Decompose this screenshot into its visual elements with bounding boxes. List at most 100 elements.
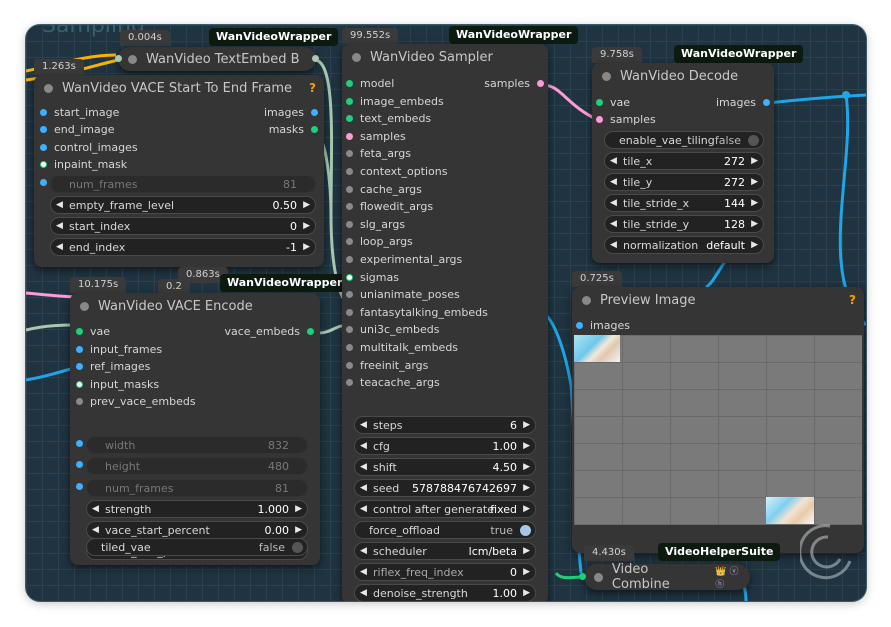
input-control-images[interactable]: control_images [40,140,138,156]
decrement-arrow-icon[interactable]: ◀ [360,460,367,475]
input-fantasytalking-embeds[interactable]: fantasytalking_embeds [346,305,488,321]
pin-icon[interactable] [346,256,353,263]
denoise-strength-widget[interactable]: ◀ ▶ denoise_strength 1.00 [354,584,536,601]
node-canvas[interactable]: Sampling 0.004s WanVideoWrapper WanVideo… [26,25,866,601]
input-image-embeds[interactable]: image_embeds [346,94,444,110]
pin-icon[interactable] [346,326,353,334]
input-end-image[interactable]: end_image [40,122,114,138]
empty-frame-level-widget[interactable]: ◀ empty_frame_level 0.50 ▶ [50,196,316,214]
pin-icon[interactable] [346,203,353,211]
pin-icon[interactable] [346,273,353,281]
pin-icon[interactable] [346,132,353,140]
vace-encode-node[interactable]: WanVideo VACE Encode vae input_frames re… [70,293,320,565]
pin-icon[interactable] [346,150,353,158]
num-frames-widget[interactable]: num_frames 81 [86,479,308,497]
increment-arrow-icon[interactable]: ▶ [523,418,530,433]
increment-arrow-icon[interactable]: ▶ [751,154,758,169]
pin-icon[interactable] [537,80,544,87]
output-images[interactable]: images [716,95,770,111]
input-experimental-args[interactable]: experimental_args [346,252,462,268]
pin-icon[interactable] [346,97,353,105]
tile-stride-x-widget[interactable]: ◀ tile_stride_x 144 ▶ [604,194,764,212]
input-freeinit-args[interactable]: freeinit_args [346,358,428,374]
input-pin[interactable] [115,55,122,62]
help-icon[interactable]: ? [309,81,316,95]
preview-thumbnail-first[interactable] [574,335,620,362]
input-context-options[interactable]: context_options [346,164,447,180]
pin-icon[interactable] [40,126,47,133]
decrement-arrow-icon[interactable]: ◀ [610,175,617,190]
pin-icon[interactable] [76,346,83,353]
decrement-arrow-icon[interactable]: ◀ [610,196,617,211]
pin-icon[interactable] [311,109,318,116]
increment-arrow-icon[interactable]: ▶ [523,565,530,580]
input-vae[interactable]: vae [596,95,630,111]
decode-node[interactable]: WanVideo Decode vae samples images enabl… [592,63,774,263]
widget-input-pin[interactable] [76,461,83,468]
pin-icon[interactable] [346,361,353,369]
increment-arrow-icon[interactable]: ▶ [751,217,758,232]
control-after-generate-widget[interactable]: ◀ ▶ control after generate fixed [354,500,536,518]
input-loop-args[interactable]: loop_args [346,234,413,250]
increment-arrow-icon[interactable]: ▶ [303,198,310,213]
decrement-arrow-icon[interactable]: ◀ [360,586,367,601]
input-input-masks[interactable]: input_masks [76,377,159,393]
collapse-dot-icon[interactable] [44,83,53,93]
tile-x-widget[interactable]: ◀ tile_x 272 ▶ [604,152,764,170]
pin-icon[interactable] [346,220,353,228]
pin-icon[interactable] [76,328,83,335]
decrement-arrow-icon[interactable]: ◀ [360,544,367,559]
pin-icon[interactable] [346,379,353,387]
sampler-node[interactable]: WanVideo Sampler samples model image_embe… [342,44,548,601]
scheduler-widget[interactable]: ◀ ▶ scheduler lcm/beta [354,542,536,560]
input-unianimate-poses[interactable]: unianimate_poses [346,287,460,303]
decrement-arrow-icon[interactable]: ◀ [92,523,99,538]
decrement-arrow-icon[interactable]: ◀ [92,502,99,517]
increment-arrow-icon[interactable]: ▶ [523,481,530,496]
collapse-dot-icon[interactable] [602,71,611,81]
pin-icon[interactable] [346,115,353,123]
riflex-freq-index-widget[interactable]: ◀ ▶ riflex_freq_index 0 [354,563,536,581]
decrement-arrow-icon[interactable]: ◀ [360,481,367,496]
output-samples[interactable]: samples [484,76,544,92]
decrement-arrow-icon[interactable]: ◀ [360,418,367,433]
increment-arrow-icon[interactable]: ▶ [295,502,302,517]
output-images[interactable]: images [264,105,318,121]
input-model[interactable]: model [346,76,394,92]
decrement-arrow-icon[interactable]: ◀ [56,240,63,255]
textembed-node[interactable]: WanVideo TextEmbed B [115,47,319,71]
decrement-arrow-icon[interactable]: ◀ [610,217,617,232]
decrement-arrow-icon[interactable]: ◀ [610,154,617,169]
increment-arrow-icon[interactable]: ▶ [751,238,758,253]
toggle-knob-icon[interactable] [748,135,759,146]
input-images[interactable]: images [576,318,630,334]
output-masks[interactable]: masks [269,122,318,138]
input-cache-args[interactable]: cache_args [346,182,422,198]
collapse-dot-icon[interactable] [128,54,137,64]
video-combine-node[interactable]: Video Combine 👑 ⓥ ⓗ [584,562,750,592]
pin-icon[interactable] [596,116,603,123]
decrement-arrow-icon[interactable]: ◀ [56,198,63,213]
pin-icon[interactable] [76,363,83,370]
input-multitalk-embeds[interactable]: multitalk_embeds [346,340,458,356]
input-vae[interactable]: vae [76,324,110,340]
pin-icon[interactable] [40,161,47,168]
input-samples[interactable]: samples [596,112,656,128]
increment-arrow-icon[interactable]: ▶ [523,439,530,454]
toggle-knob-icon[interactable] [292,542,303,553]
collapse-dot-icon[interactable] [594,572,603,582]
steps-widget[interactable]: ◀ ▶ steps 6 [354,416,536,434]
pin-icon[interactable] [596,99,603,106]
collapse-dot-icon[interactable] [582,295,591,305]
decrement-arrow-icon[interactable]: ◀ [56,219,63,234]
pin-icon[interactable] [311,126,318,133]
pin-icon[interactable] [346,168,353,175]
pin-icon[interactable] [40,109,47,116]
input-input-frames[interactable]: input_frames [76,342,162,358]
toggle-knob-icon[interactable] [520,525,531,536]
tile-stride-y-widget[interactable]: ◀ tile_stride_y 128 ▶ [604,215,764,233]
enable-vae-tiling-toggle[interactable]: enable_vae_tiling false [604,131,764,149]
shift-widget[interactable]: ◀ ▶ shift 4.50 [354,458,536,476]
collapse-dot-icon[interactable] [80,301,89,311]
output-vace-embeds[interactable]: vace_embeds [224,324,314,340]
